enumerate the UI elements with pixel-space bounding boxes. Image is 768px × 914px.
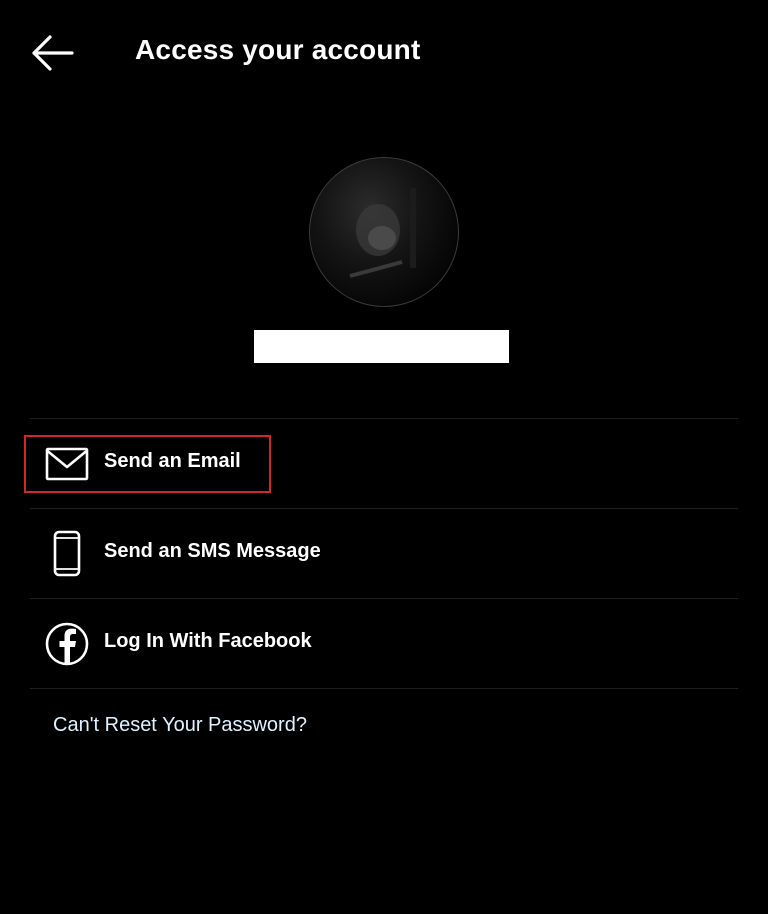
cant-reset-password-link[interactable]: Can't Reset Your Password?	[53, 714, 307, 737]
send-email-label: Send an Email	[104, 450, 241, 472]
arrow-left-icon	[32, 35, 74, 71]
send-sms-option[interactable]: Send an SMS Message	[30, 510, 738, 598]
divider	[30, 688, 738, 689]
divider	[30, 508, 738, 509]
facebook-icon	[45, 622, 89, 666]
facebook-login-label: Log In With Facebook	[104, 630, 312, 652]
smartphone-icon	[53, 530, 81, 577]
envelope-icon	[45, 447, 89, 481]
back-button[interactable]	[28, 30, 76, 76]
username-redacted	[254, 330, 509, 363]
avatar	[309, 157, 459, 307]
page-title: Access your account	[135, 34, 421, 65]
divider	[30, 598, 738, 599]
divider	[30, 418, 738, 419]
top-bar: Access your account	[0, 0, 768, 104]
send-sms-label: Send an SMS Message	[104, 540, 321, 562]
facebook-login-option[interactable]: Log In With Facebook	[30, 600, 738, 688]
send-email-option[interactable]: Send an Email	[30, 420, 738, 508]
